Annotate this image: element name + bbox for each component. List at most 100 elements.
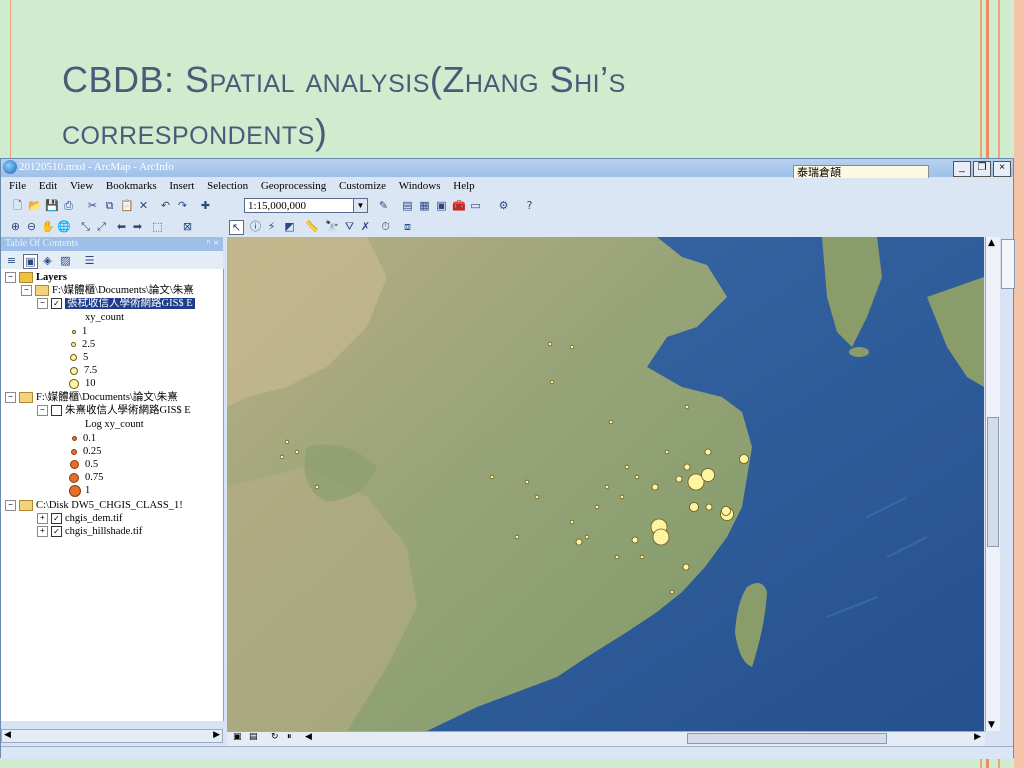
copy-icon[interactable]: ⧉ [103, 199, 116, 212]
correspondent-point[interactable] [634, 474, 640, 480]
map-view[interactable] [227, 237, 984, 731]
collapse-icon[interactable]: − [5, 500, 16, 512]
expand-icon[interactable]: + [37, 513, 48, 525]
correspondent-point[interactable] [682, 563, 690, 571]
correspondent-point[interactable] [489, 474, 495, 480]
measure-icon[interactable]: 📏 [305, 220, 319, 233]
correspondent-point[interactable] [669, 589, 675, 595]
map-scale-dropdown[interactable]: 1:15,000,000 ▼ [244, 198, 368, 213]
new-document-icon[interactable]: 🗋 [11, 199, 24, 212]
collapse-icon[interactable]: − [21, 285, 32, 297]
correspondent-point[interactable] [575, 538, 583, 546]
correspondent-point[interactable] [549, 379, 555, 385]
chevron-down-icon[interactable]: ▼ [353, 199, 367, 212]
open-folder-icon[interactable]: 📂 [28, 199, 42, 212]
layout-view-icon[interactable]: ▤ [249, 732, 258, 742]
toc-root-layers[interactable]: − Layers [5, 271, 67, 284]
previous-extent-icon[interactable]: ⬅ [115, 220, 128, 233]
toc-layer-1[interactable]: − ✓ 張栻收信人學術網路GIS$ E [37, 297, 195, 310]
scroll-down-icon[interactable]: ▼ [988, 720, 995, 730]
correspondent-point[interactable] [608, 419, 614, 425]
menu-bookmarks[interactable]: Bookmarks [106, 178, 157, 194]
create-viewer-window-icon[interactable]: ⧈ [401, 220, 414, 233]
correspondent-point[interactable] [534, 494, 540, 500]
data-view-icon[interactable]: ▣ [233, 732, 242, 742]
correspondent-point[interactable] [584, 534, 590, 540]
map-vertical-scrollbar[interactable]: ▲ ▼ [985, 237, 1000, 731]
toc-raster-2[interactable]: + ✓ chgis_hillshade.tif [37, 525, 142, 538]
clear-selection-icon[interactable]: ⊠ [181, 220, 194, 233]
list-by-visibility-icon[interactable]: ◈ [41, 254, 54, 267]
correspondent-point[interactable] [604, 484, 610, 490]
expand-icon[interactable]: + [37, 526, 48, 538]
correspondent-point[interactable] [683, 463, 691, 471]
toc-group-3[interactable]: − C:\Disk DW5_CHGIS_CLASS_1! [5, 499, 183, 512]
scroll-right-icon[interactable]: ▶ [974, 732, 981, 742]
map-canvas[interactable] [227, 237, 984, 731]
select-features-icon[interactable]: ⬚ [151, 220, 164, 233]
search-window-icon[interactable]: ▣ [435, 199, 448, 212]
menu-insert[interactable]: Insert [169, 178, 194, 194]
fixed-zoom-out-icon[interactable]: ⤢ [95, 220, 108, 233]
toc-group-2[interactable]: − F:\媒體櫃\Documents\論文\朱熹 [5, 391, 178, 404]
correspondent-point[interactable] [514, 534, 520, 540]
print-icon[interactable]: ⎙ [62, 199, 75, 212]
scrollbar-thumb[interactable] [687, 733, 887, 744]
table-of-contents-icon[interactable]: ▤ [401, 199, 414, 212]
list-by-source-icon[interactable]: ▣ [23, 254, 38, 269]
toc-close-icon[interactable]: ⁿ × [207, 237, 219, 251]
find-route-icon[interactable]: ⛛ [343, 220, 356, 233]
whats-this-help-icon[interactable]: ? [523, 199, 536, 212]
toc-raster-1[interactable]: + ✓ chgis_dem.tif [37, 512, 122, 525]
toc-layer-2[interactable]: − 朱熹收信人學術網路GIS$ E [37, 404, 191, 417]
refresh-icon[interactable]: ↻ [271, 732, 279, 742]
toc-horizontal-scrollbar[interactable]: ◀ ▶ [1, 729, 223, 743]
layer-visibility-checkbox[interactable]: ✓ [51, 513, 62, 525]
time-slider-icon[interactable]: ⏱ [379, 220, 392, 233]
correspondent-point[interactable] [569, 344, 575, 350]
pan-hand-icon[interactable]: ✋ [41, 220, 55, 233]
arctoolbox-icon[interactable]: 🧰 [452, 199, 466, 212]
correspondent-point[interactable] [684, 404, 690, 410]
html-popup-icon[interactable]: ◩ [283, 220, 296, 233]
correspondent-point[interactable] [614, 554, 620, 560]
editor-toolbar-icon[interactable]: ✎ [377, 199, 390, 212]
scrollbar-thumb[interactable] [987, 417, 999, 547]
go-to-xy-icon[interactable]: ✗ [359, 220, 372, 233]
correspondent-point[interactable] [689, 502, 699, 512]
correspondent-point[interactable] [631, 536, 639, 544]
correspondent-point[interactable] [721, 506, 731, 516]
correspondent-point[interactable] [675, 475, 683, 483]
close-icon[interactable]: × [993, 161, 1011, 177]
delete-icon[interactable]: ✕ [137, 199, 150, 212]
list-by-drawing-order-icon[interactable]: ≡ [5, 254, 18, 267]
scroll-left-icon[interactable]: ◀ [4, 730, 11, 740]
menu-edit[interactable]: Edit [39, 178, 57, 194]
correspondent-point[interactable] [524, 479, 530, 485]
correspondent-point[interactable] [739, 454, 749, 464]
correspondent-point[interactable] [594, 504, 600, 510]
fixed-zoom-in-icon[interactable]: ⤡ [79, 220, 92, 233]
catalog-side-tab[interactable] [1001, 239, 1015, 289]
menu-selection[interactable]: Selection [207, 178, 248, 194]
select-elements-arrow-icon[interactable]: ↖ [229, 220, 244, 235]
correspondent-point[interactable] [569, 519, 575, 525]
collapse-icon[interactable]: − [37, 405, 48, 417]
toc-options-icon[interactable]: ☰ [83, 254, 96, 267]
zoom-out-icon[interactable]: ⊖ [25, 220, 38, 233]
pause-drawing-icon[interactable]: ⏸ [287, 732, 292, 742]
list-by-selection-icon[interactable]: ▨ [59, 254, 72, 267]
undo-icon[interactable]: ↶ [159, 199, 172, 212]
layer-visibility-checkbox[interactable]: ✓ [51, 298, 62, 310]
toc-group-1[interactable]: − F:\媒體櫃\Documents\論文\朱熹 [21, 284, 194, 297]
model-builder-icon[interactable]: ⚙ [497, 199, 510, 212]
collapse-icon[interactable]: − [37, 298, 48, 310]
map-horizontal-scrollbar[interactable]: ▣ ▤ ↻ ⏸ ◀ ▶ [227, 731, 985, 746]
menu-view[interactable]: View [70, 178, 93, 194]
collapse-icon[interactable]: − [5, 392, 16, 404]
find-binoculars-icon[interactable]: 🔭 [325, 220, 339, 233]
correspondent-point[interactable] [701, 468, 715, 482]
scroll-left-icon[interactable]: ◀ [305, 732, 312, 742]
correspondent-point[interactable] [652, 528, 670, 546]
menu-help[interactable]: Help [453, 178, 474, 194]
